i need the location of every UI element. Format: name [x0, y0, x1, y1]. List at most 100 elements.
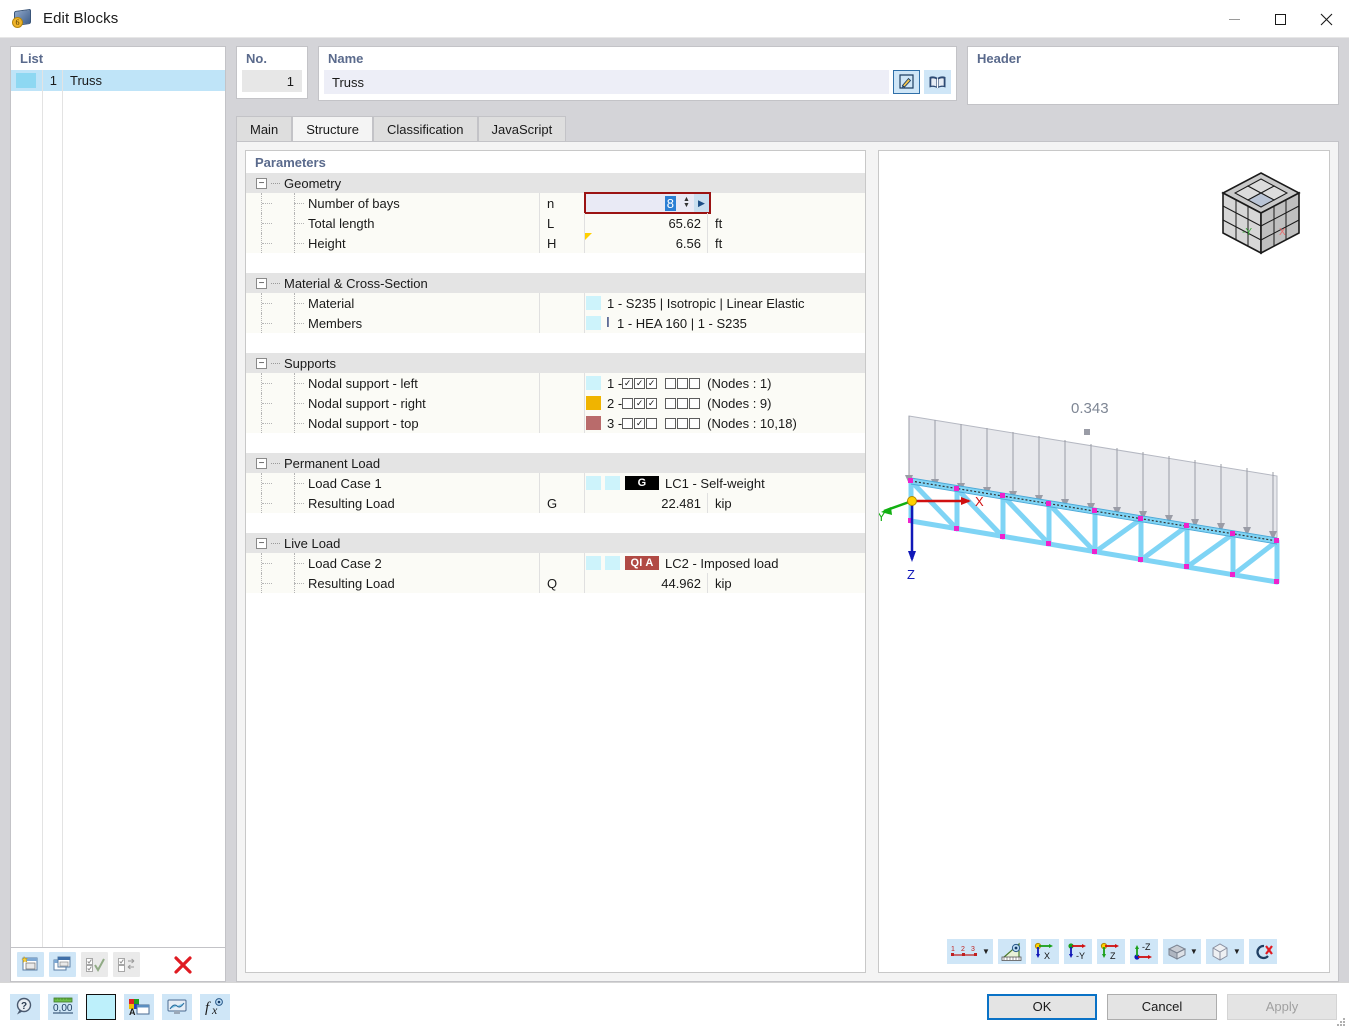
support-nodes: (Nodes : 1): [707, 376, 771, 391]
param-row-resulting-load-q[interactable]: Resulting Load Q 44.962 kip: [246, 573, 865, 593]
loadcase-color-swatch: [586, 476, 601, 490]
collapse-icon[interactable]: −: [256, 178, 267, 189]
numbering-123-icon[interactable]: 1 2 3 ▼: [947, 939, 993, 964]
expand-list-icon[interactable]: ▶: [694, 194, 709, 212]
new-window-icon[interactable]: [17, 952, 44, 977]
invert-check-icon[interactable]: [113, 952, 140, 977]
name-field-label: Name: [319, 47, 956, 68]
param-row-nodal-support-right[interactable]: Nodal support - right 2 - ✓ ✓: [246, 393, 865, 413]
param-row-members[interactable]: Members Ⅰ 1 - HEA 160 | 1 - S235: [246, 313, 865, 333]
collapse-icon[interactable]: −: [256, 538, 267, 549]
display-properties-icon[interactable]: A: [124, 994, 154, 1020]
units-000-icon[interactable]: 0,00: [48, 994, 78, 1020]
model-viewport[interactable]: -Y X: [878, 150, 1330, 973]
support-check: ✓: [634, 398, 645, 409]
minimize-button[interactable]: [1211, 0, 1257, 38]
color-swatch-icon[interactable]: [86, 994, 116, 1020]
no-input[interactable]: 1: [242, 70, 302, 92]
axis-x-icon[interactable]: X: [1031, 939, 1059, 964]
chevron-down-icon[interactable]: ▼: [1233, 947, 1241, 956]
header-field-label: Header: [968, 47, 1338, 68]
collapse-icon[interactable]: −: [256, 358, 267, 369]
support-prefix: 3 -: [607, 416, 622, 431]
stepper-up-down-icon[interactable]: ▲▼: [679, 194, 694, 212]
red-x-icon[interactable]: [169, 952, 196, 977]
chevron-down-icon[interactable]: ▼: [1190, 947, 1198, 956]
total-length-value[interactable]: 65.62: [585, 216, 707, 231]
name-field-group: Name Truss: [318, 46, 957, 101]
formula-fx-icon[interactable]: f x: [200, 994, 230, 1020]
clear-view-icon[interactable]: [1249, 939, 1277, 964]
header-input[interactable]: [968, 68, 1338, 104]
material-color-swatch: [586, 296, 601, 310]
truss-model-graphic: 0.343: [879, 381, 1330, 881]
check-all-icon[interactable]: [81, 952, 108, 977]
close-button[interactable]: [1303, 0, 1349, 38]
param-label: Nodal support - top: [308, 416, 419, 431]
support-check: [646, 418, 657, 429]
ok-button[interactable]: OK: [987, 994, 1097, 1020]
param-row-number-of-bays[interactable]: Number of bays n 8 ▲▼ ▶: [246, 193, 865, 213]
support-check: [665, 418, 676, 429]
view-cube-widget[interactable]: -Y X: [1215, 167, 1307, 262]
maximize-button[interactable]: [1257, 0, 1303, 38]
solid-shading-icon[interactable]: ▼: [1163, 939, 1201, 964]
load-value-label: 0.343: [1071, 400, 1109, 417]
param-row-resulting-load-g[interactable]: Resulting Load G 22.481 kip: [246, 493, 865, 513]
param-row-nodal-support-left[interactable]: Nodal support - left 1 - ✓ ✓ ✓: [246, 373, 865, 393]
number-of-bays-input[interactable]: 8: [586, 194, 679, 212]
tab-structure[interactable]: Structure: [292, 116, 373, 141]
support-check: [689, 378, 700, 389]
support-nodes: (Nodes : 9): [707, 396, 771, 411]
param-row-nodal-support-top[interactable]: Nodal support - top 3 - ✓: [246, 413, 865, 433]
pencil-edit-icon[interactable]: [893, 70, 920, 94]
group-header-live-load[interactable]: − Live Load: [246, 533, 865, 553]
svg-text:-Z: -Z: [1142, 942, 1151, 952]
group-header-permanent-load[interactable]: − Permanent Load: [246, 453, 865, 473]
tab-classification[interactable]: Classification: [373, 116, 478, 141]
modified-flag-icon: [585, 233, 592, 240]
axis-negative-z-icon[interactable]: -Z: [1130, 939, 1158, 964]
tab-main[interactable]: Main: [236, 116, 292, 141]
apply-button: Apply: [1227, 994, 1337, 1020]
list-item[interactable]: 1 Truss: [11, 70, 225, 91]
book-library-icon[interactable]: [924, 70, 951, 94]
param-label: Material: [308, 296, 354, 311]
group-header-material-cross-section[interactable]: − Material & Cross-Section: [246, 273, 865, 293]
param-label: Members: [308, 316, 362, 331]
copy-window-icon[interactable]: [49, 952, 76, 977]
tab-javascript[interactable]: JavaScript: [478, 116, 567, 141]
wireframe-cube-icon[interactable]: ▼: [1206, 939, 1244, 964]
param-row-height[interactable]: Height H 6.56 ft: [246, 233, 865, 253]
loadcase-value: LC2 - Imposed load: [665, 556, 778, 571]
edit-blocks-window: 6 Edit Blocks List 1 Truss: [0, 0, 1349, 1030]
resize-grip[interactable]: [1336, 1017, 1346, 1027]
group-header-supports[interactable]: − Supports: [246, 353, 865, 373]
height-value[interactable]: 6.56: [585, 236, 707, 251]
svg-text:Z: Z: [907, 567, 915, 582]
loadcase-category-badge: G: [625, 476, 659, 490]
number-of-bays-stepper[interactable]: 8 ▲▼ ▶: [586, 194, 709, 212]
axis-negative-y-icon[interactable]: -Y: [1064, 939, 1092, 964]
help-magnifier-icon[interactable]: ?: [10, 994, 40, 1020]
name-input[interactable]: Truss: [324, 70, 889, 94]
list-panel-header: List: [11, 47, 225, 70]
cancel-button[interactable]: Cancel: [1107, 994, 1217, 1020]
param-row-material[interactable]: Material 1 - S235 | Isotropic | Linear E…: [246, 293, 865, 313]
param-row-load-case-2[interactable]: Load Case 2 QI A LC2 - Imposed load: [246, 553, 865, 573]
param-row-load-case-1[interactable]: Load Case 1 G LC1 - Self-weight: [246, 473, 865, 493]
collapse-icon[interactable]: −: [256, 278, 267, 289]
group-header-geometry[interactable]: − Geometry: [246, 173, 865, 193]
collapse-icon[interactable]: −: [256, 458, 267, 469]
ruler-eye-icon[interactable]: [998, 939, 1026, 964]
dialog-body: List 1 Truss: [0, 38, 1349, 982]
members-color-swatch: [586, 316, 601, 330]
loadcase-color-swatch: [586, 556, 601, 570]
height-unit: ft: [707, 233, 722, 253]
render-monitor-icon[interactable]: [162, 994, 192, 1020]
param-row-total-length[interactable]: Total length L 65.62 ft: [246, 213, 865, 233]
support-check: [622, 418, 633, 429]
window-controls: [1211, 0, 1349, 38]
axis-z-icon[interactable]: Z: [1097, 939, 1125, 964]
chevron-down-icon[interactable]: ▼: [982, 947, 990, 956]
